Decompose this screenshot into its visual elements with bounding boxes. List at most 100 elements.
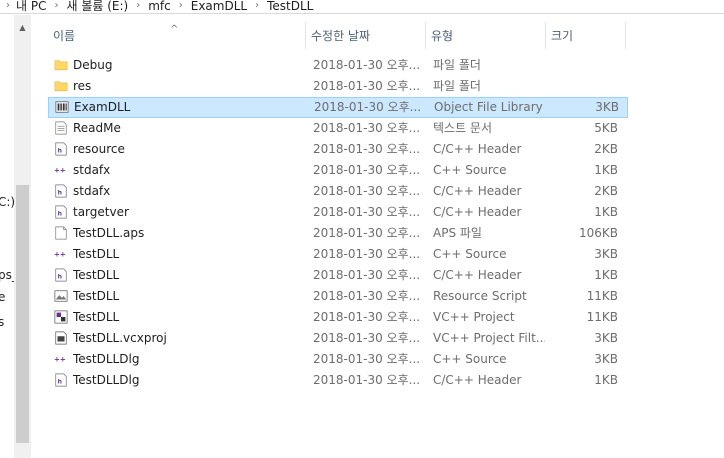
file-date: 2018-01-30 오후... — [313, 310, 421, 324]
nav-item-fragment[interactable]: C:) — [0, 195, 15, 209]
scroll-up-icon[interactable]: ▲ — [14, 23, 31, 37]
file-size: 5KB — [594, 121, 618, 135]
file-date: 2018-01-30 오후... — [313, 247, 421, 261]
file-row[interactable]: h resource 2018-01-30 오후... C/C++ Header 2KB — [48, 139, 628, 160]
chevron-right-icon[interactable]: › — [48, 0, 64, 11]
scrollbar-thumb[interactable] — [16, 185, 29, 443]
svg-text:h: h — [58, 210, 62, 217]
file-type: Object File Library — [434, 100, 543, 114]
file-type: C/C++ Header — [433, 268, 522, 282]
file-name: TestDLLDlg — [73, 373, 140, 387]
column-size[interactable]: 크기 — [546, 22, 626, 49]
cpp-source-icon: ++ — [54, 250, 66, 258]
column-date[interactable]: 수정한 날짜 — [306, 22, 426, 49]
library-icon — [55, 100, 69, 113]
resource-script-icon — [54, 289, 68, 302]
breadcrumb-item-mfc[interactable]: mfc — [146, 0, 173, 13]
file-row[interactable]: TestDLL.aps 2018-01-30 오후... APS 파일 106KB — [48, 223, 628, 244]
text-file-icon — [55, 121, 67, 134]
file-size: 3KB — [594, 352, 618, 366]
cpp-source-icon: ++ — [54, 349, 70, 370]
file-name: TestDLL — [73, 310, 120, 324]
vc-project-icon — [54, 310, 68, 323]
cpp-source-icon: ++ — [54, 160, 70, 181]
file-size: 1KB — [594, 205, 618, 219]
blank-file-icon — [54, 223, 70, 244]
header-file-icon: h — [54, 370, 70, 391]
nav-scrollbar[interactable]: ▲ — [14, 15, 31, 458]
file-row[interactable]: Debug 2018-01-30 오후... 파일 폴더 — [48, 55, 628, 76]
file-row[interactable]: ExamDLL 2018-01-30 오후... Object File Libra… — [48, 97, 628, 118]
cpp-source-icon: ++ — [54, 244, 70, 265]
chevron-right-icon[interactable]: › — [249, 0, 265, 11]
file-date: 2018-01-30 오후... — [313, 205, 421, 219]
file-date: 2018-01-30 오후... — [313, 268, 421, 282]
file-size: 3KB — [595, 100, 619, 114]
file-list: Debug 2018-01-30 오후... 파일 폴더 res 2018-01-30 … — [48, 55, 628, 391]
svg-text:++: ++ — [54, 166, 66, 174]
file-date: 2018-01-30 오후... — [313, 121, 421, 135]
folder-icon — [54, 55, 70, 76]
file-type: 텍스트 문서 — [433, 121, 493, 135]
file-size: 1KB — [594, 163, 618, 177]
file-type: APS 파일 — [433, 226, 482, 240]
file-name: TestDLL — [73, 268, 120, 282]
header-file-icon: h — [55, 184, 67, 197]
breadcrumb-item-pc[interactable]: 내 PC — [14, 0, 48, 13]
breadcrumb-item-testdll[interactable]: TestDLL — [265, 0, 315, 13]
file-name: ReadMe — [73, 121, 121, 135]
file-size: 3KB — [594, 247, 618, 261]
chevron-right-icon[interactable]: › — [0, 0, 14, 11]
cpp-source-icon: ++ — [54, 166, 66, 174]
file-row[interactable]: h TestDLLDlg 2018-01-30 오후... C/C++ Header 1… — [48, 370, 628, 391]
file-size: 2KB — [594, 142, 618, 156]
breadcrumb-item-examdll[interactable]: ExamDLL — [189, 0, 249, 13]
file-row[interactable]: TestDLL 2018-01-30 오후... Resource Script 11… — [48, 286, 628, 307]
file-type: C/C++ Header — [433, 142, 522, 156]
header-file-icon: h — [54, 139, 70, 160]
address-bar[interactable]: › 내 PC › 새 볼륨 (E:) › mfc › ExamDLL › Tes… — [0, 0, 724, 14]
column-size-label: 크기 — [551, 29, 574, 43]
file-size: 2KB — [594, 184, 618, 198]
sort-ascending-icon: ^ — [170, 24, 179, 35]
file-row[interactable]: ReadMe 2018-01-30 오후... 텍스트 문서 5KB — [48, 118, 628, 139]
chevron-right-icon[interactable]: › — [173, 0, 189, 11]
file-row[interactable]: TestDLL 2018-01-30 오후... VC++ Project 11KB — [48, 307, 628, 328]
header-file-icon: h — [54, 202, 70, 223]
file-name: ExamDLL — [74, 100, 131, 114]
file-row[interactable]: h targetver 2018-01-30 오후... C/C++ Header 1K… — [48, 202, 628, 223]
file-name: targetver — [73, 205, 129, 219]
file-row[interactable]: res 2018-01-30 오후... 파일 폴더 — [48, 76, 628, 97]
file-name: TestDLL.vcxproj — [73, 331, 167, 345]
header-file-icon: h — [55, 142, 67, 155]
file-row[interactable]: h TestDLL 2018-01-30 오후... C/C++ Header 1KB — [48, 265, 628, 286]
file-name: TestDLL — [73, 289, 120, 303]
file-type: C++ Source — [433, 352, 507, 366]
nav-item-fragment[interactable]: s — [0, 315, 4, 329]
file-type: C/C++ Header — [433, 205, 522, 219]
file-name: TestDLL.aps — [73, 226, 145, 240]
vc-filters-icon — [54, 328, 70, 349]
file-date: 2018-01-30 오후... — [313, 163, 421, 177]
cpp-source-icon: ++ — [54, 355, 66, 363]
breadcrumb-item-volume[interactable]: 새 볼륨 (E:) — [64, 0, 130, 13]
file-type: VC++ Project Filt... — [433, 331, 545, 345]
column-type[interactable]: 유형 — [426, 22, 546, 49]
file-row[interactable]: ++ stdafx 2018-01-30 오후... C++ Source 1KB — [48, 160, 628, 181]
chevron-right-icon[interactable]: › — [130, 0, 146, 11]
file-name: TestDLL — [73, 247, 120, 261]
column-name[interactable]: ^ 이름 — [48, 22, 306, 49]
header-file-icon: h — [54, 181, 70, 202]
file-size — [546, 76, 618, 97]
file-type: C/C++ Header — [433, 373, 522, 387]
file-row[interactable]: h stdafx 2018-01-30 오후... C/C++ Header 2KB — [48, 181, 628, 202]
column-type-label: 유형 — [431, 29, 454, 43]
file-type: 파일 폴더 — [433, 58, 481, 72]
nav-item-fragment[interactable]: e — [0, 290, 5, 304]
file-row[interactable]: ++ TestDLLDlg 2018-01-30 오후... C++ Source 3K… — [48, 349, 628, 370]
file-row[interactable]: ++ TestDLL 2018-01-30 오후... C++ Source 3KB — [48, 244, 628, 265]
file-size: 3KB — [594, 331, 618, 345]
folder-icon — [54, 59, 68, 70]
file-row[interactable]: TestDLL.vcxproj 2018-01-30 오후... VC++ Proj… — [48, 328, 628, 349]
file-type: C++ Source — [433, 163, 507, 177]
